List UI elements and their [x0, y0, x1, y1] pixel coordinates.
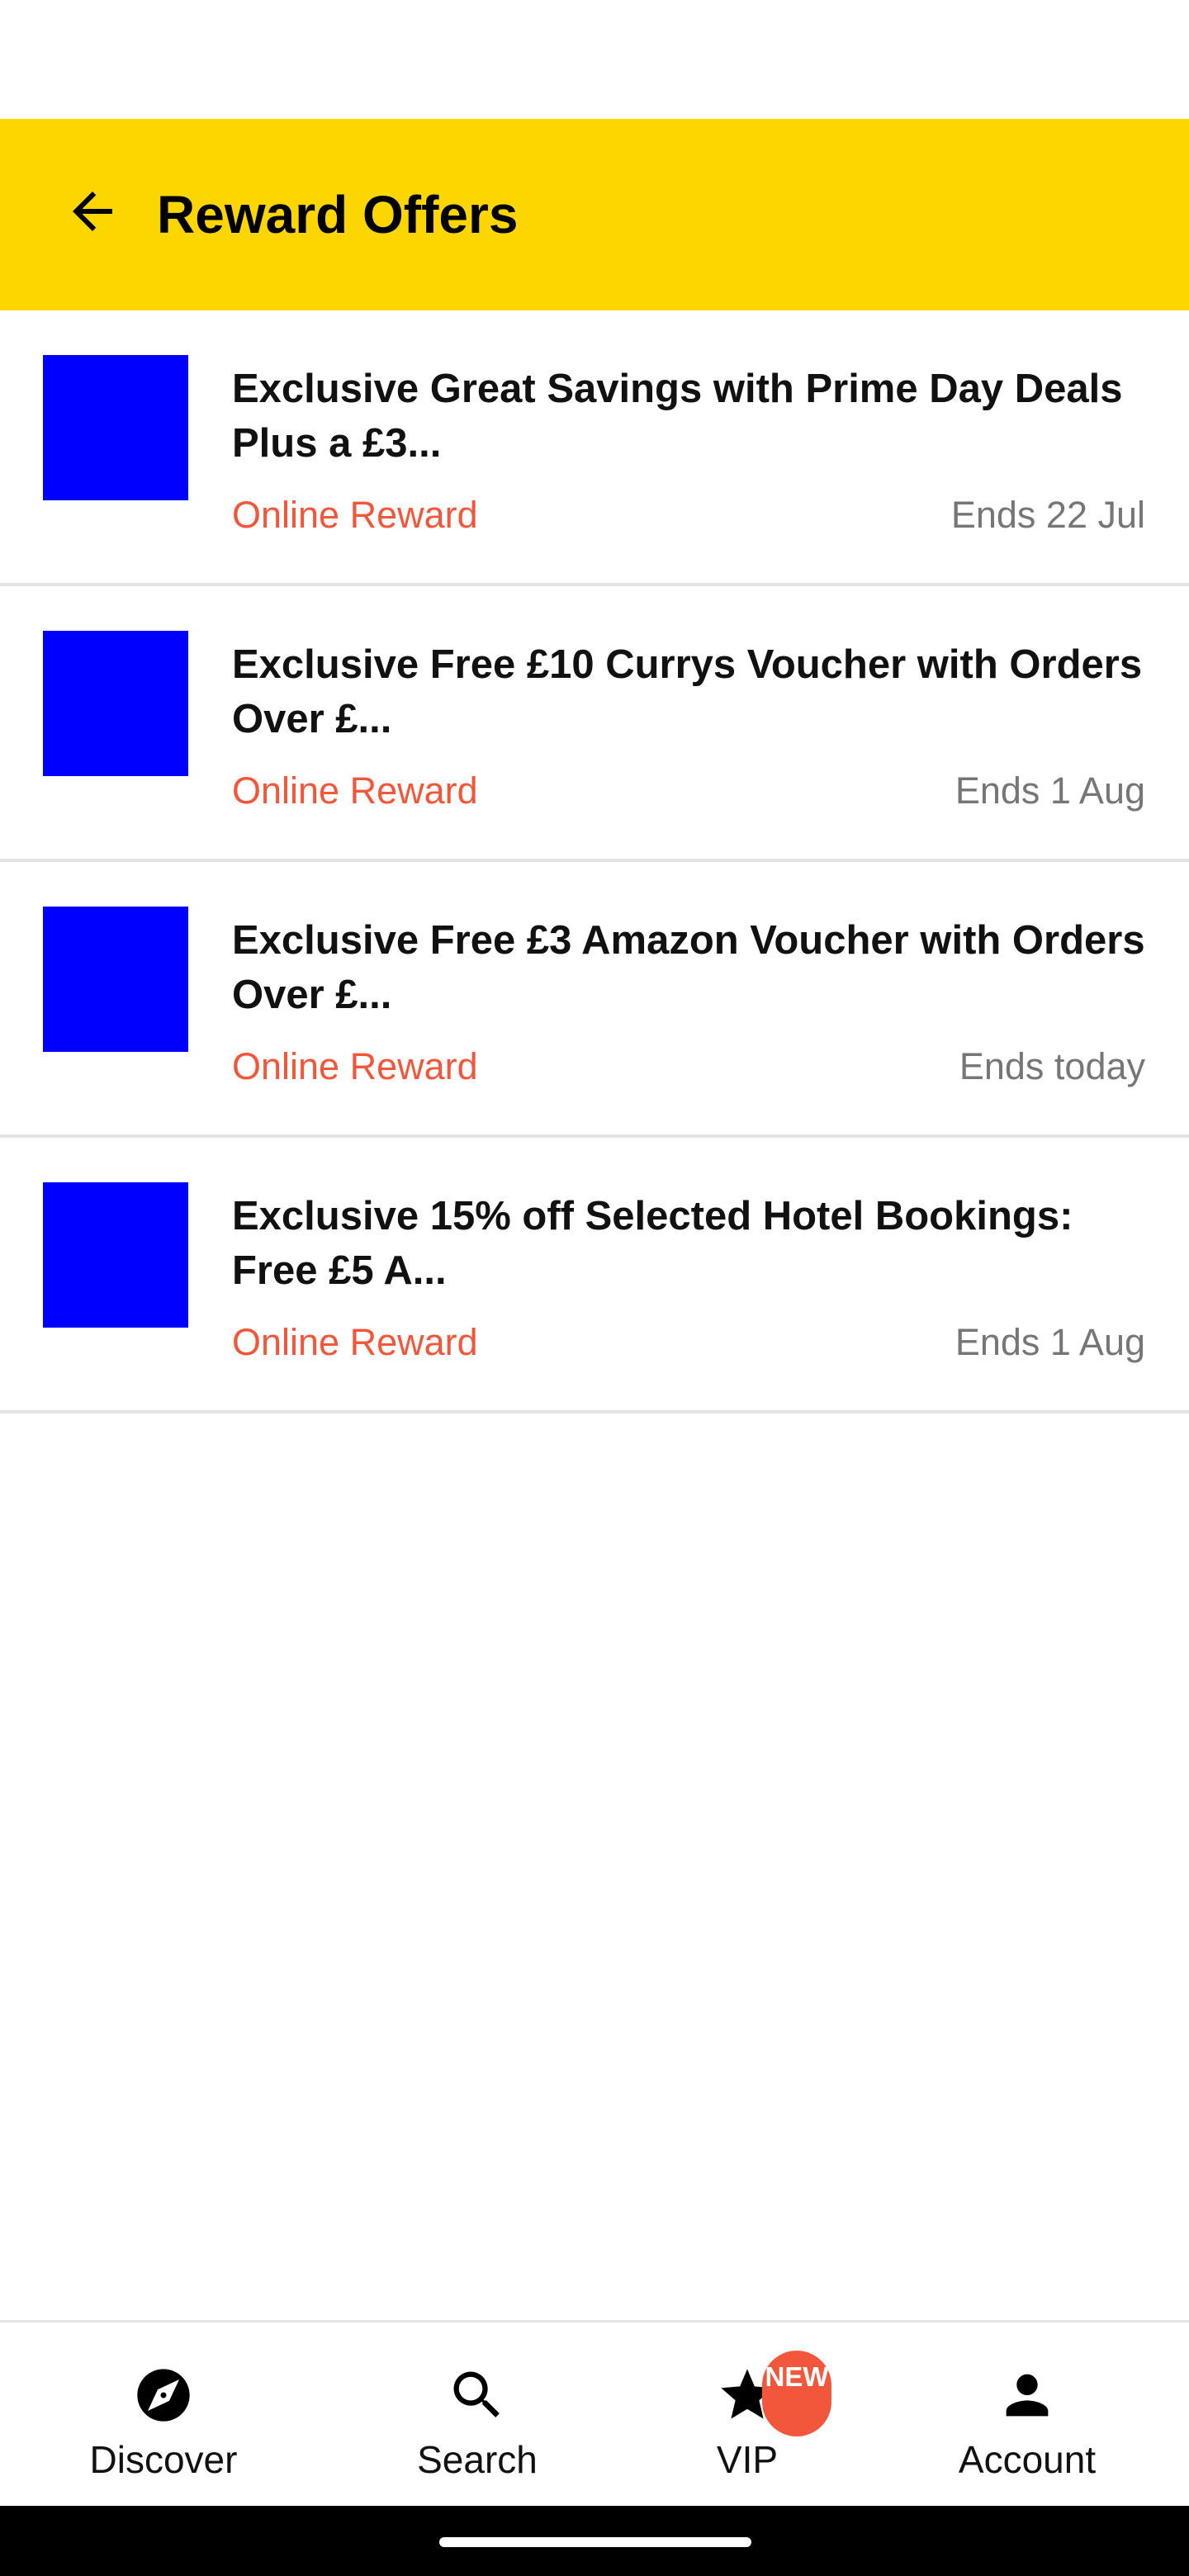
nav-label: Search: [417, 2438, 538, 2481]
nav-label: VIP: [716, 2438, 779, 2481]
compass-icon: [130, 2362, 197, 2428]
offer-thumbnail: [43, 355, 188, 500]
offer-item[interactable]: Exclusive Free £3 Amazon Voucher with Or…: [0, 862, 1189, 1138]
person-icon: [994, 2362, 1060, 2428]
offer-end-date: Ends today: [959, 1045, 1145, 1087]
arrow-left-icon: [73, 192, 112, 231]
offer-thumbnail: [43, 1182, 188, 1328]
status-bar: [0, 0, 1189, 119]
offer-item[interactable]: Exclusive Great Savings with Prime Day D…: [0, 310, 1189, 586]
nav-item-search[interactable]: Search: [378, 2323, 576, 2506]
nav-item-account[interactable]: Account: [928, 2323, 1126, 2506]
offers-list: Exclusive Great Savings with Prime Day D…: [0, 310, 1189, 1413]
app-bar: Reward Offers: [0, 119, 1189, 310]
offer-type: Online Reward: [232, 1321, 478, 1363]
nav-item-discover[interactable]: Discover: [64, 2323, 263, 2506]
offer-title: Exclusive Great Savings with Prime Day D…: [232, 367, 1123, 466]
offer-title: Exclusive 15% off Selected Hotel Booking…: [232, 1194, 1073, 1293]
nav-item-vip[interactable]: NEW VIP: [677, 2323, 831, 2506]
nav-label: Discover: [89, 2438, 238, 2481]
star-icon: NEW: [714, 2351, 831, 2436]
offer-item[interactable]: Exclusive Free £10 Currys Voucher with O…: [0, 586, 1189, 862]
page-title: Reward Offers: [157, 185, 519, 244]
offer-title: Exclusive Free £10 Currys Voucher with O…: [232, 642, 1143, 741]
offer-thumbnail: [43, 907, 188, 1052]
offer-thumbnail: [43, 631, 188, 776]
gesture-bar: [0, 2506, 1189, 2576]
offer-end-date: Ends 22 Jul: [950, 494, 1145, 536]
home-indicator[interactable]: [439, 2537, 751, 2547]
offer-type: Online Reward: [232, 1045, 478, 1087]
new-badge: NEW: [762, 2351, 831, 2436]
offer-end-date: Ends 1 Aug: [955, 769, 1145, 812]
offer-title: Exclusive Free £3 Amazon Voucher with Or…: [232, 918, 1145, 1017]
offer-type: Online Reward: [232, 769, 478, 812]
offer-type: Online Reward: [232, 494, 478, 536]
back-button[interactable]: [43, 162, 142, 261]
search-icon: [444, 2362, 510, 2428]
offer-end-date: Ends 1 Aug: [955, 1321, 1145, 1363]
offer-item[interactable]: Exclusive 15% off Selected Hotel Booking…: [0, 1138, 1189, 1413]
nav-label: Account: [958, 2438, 1097, 2481]
bottom-navigation: Discover Search NEW VIP Account: [0, 2320, 1189, 2506]
